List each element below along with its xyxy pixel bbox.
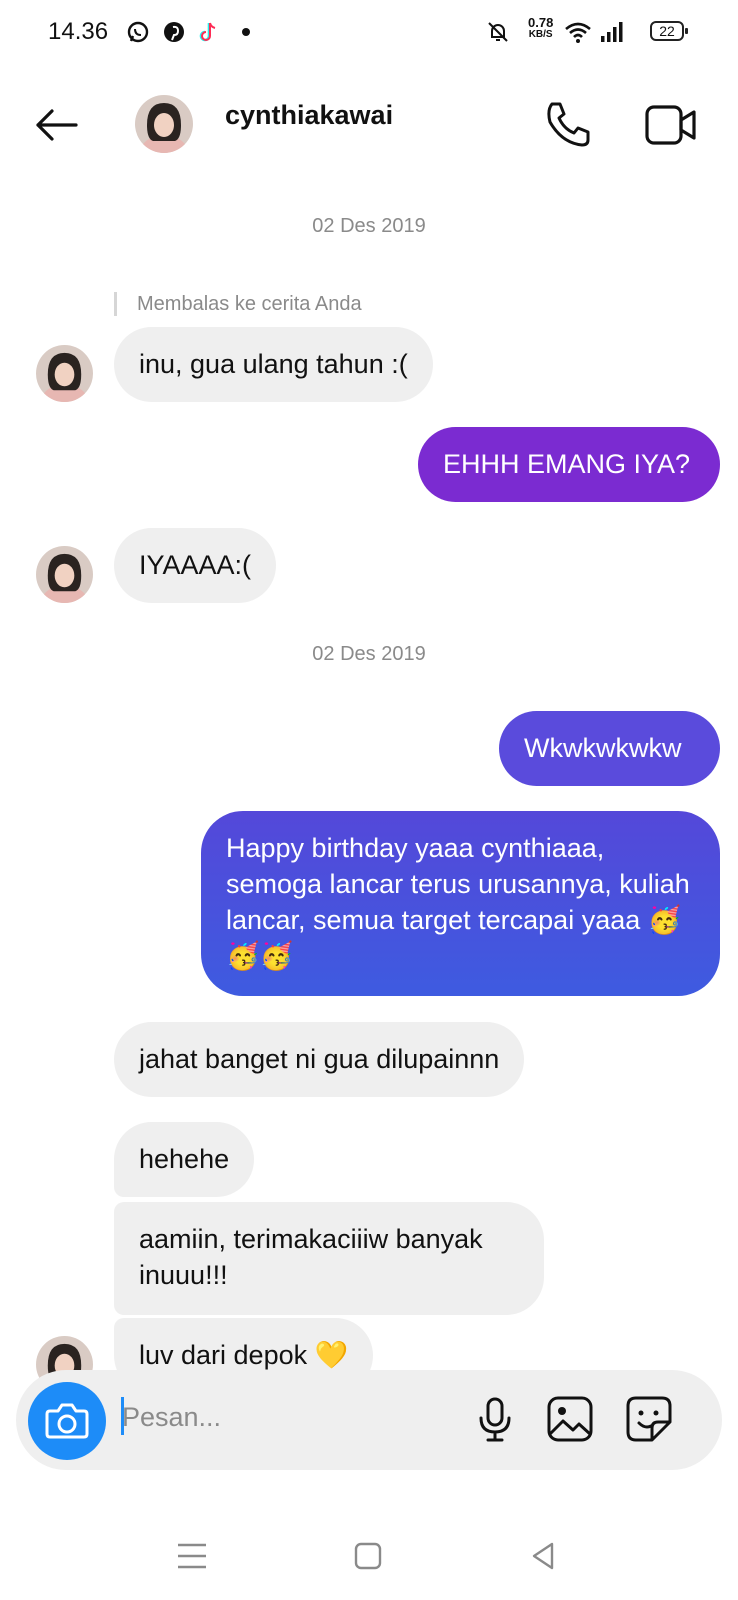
notification-dot [242, 28, 250, 36]
pinterest-icon [164, 22, 184, 42]
tiktok-icon [199, 22, 216, 42]
message-bubble-outgoing[interactable]: Happy birthday yaaa cynthiaaa, semoga la… [201, 811, 720, 996]
sender-avatar[interactable] [36, 546, 93, 603]
message-bubble-incoming[interactable]: inu, gua ulang tahun :( [114, 327, 433, 402]
camera-button[interactable] [28, 1382, 106, 1460]
message-input[interactable] [122, 1396, 442, 1438]
camera-icon [45, 1403, 89, 1439]
back-nav-icon[interactable] [524, 1536, 564, 1576]
reply-to-story-label: Membalas ke cerita Anda [114, 292, 362, 316]
date-separator: 02 Des 2019 [312, 643, 426, 665]
mute-icon [488, 22, 508, 42]
message-bubble-incoming[interactable]: aamiin, terimakaciiiw banyak inuuu!!! [114, 1202, 544, 1315]
whatsapp-icon [127, 21, 149, 43]
home-icon[interactable] [348, 1536, 388, 1576]
sticker-icon[interactable] [624, 1394, 674, 1444]
header-avatar[interactable] [135, 95, 193, 153]
network-speed: 0.78 KB/S [528, 15, 554, 40]
chat-username[interactable]: cynthiakawai [225, 100, 393, 131]
video-camera-icon[interactable] [644, 100, 698, 150]
menu-icon[interactable] [172, 1536, 212, 1576]
back-arrow-icon[interactable] [30, 98, 84, 152]
message-bubble-outgoing[interactable]: EHHH EMANG IYA? [418, 427, 720, 502]
date-separator: 02 Des 2019 [312, 215, 426, 237]
battery-indicator: 22 [650, 21, 688, 41]
microphone-icon[interactable] [470, 1394, 520, 1444]
status-time: 14.36 [48, 18, 109, 45]
message-bubble-incoming[interactable]: hehehe [114, 1122, 255, 1197]
wifi-icon [565, 22, 591, 43]
message-bubble-incoming[interactable]: IYAAAA:( [114, 528, 277, 603]
sender-avatar[interactable] [36, 345, 93, 402]
gallery-icon[interactable] [545, 1394, 595, 1444]
signal-icon [601, 22, 623, 42]
message-bubble-incoming[interactable]: jahat banget ni gua dilupainnn [114, 1022, 525, 1097]
message-bubble-outgoing[interactable]: Wkwkwkwkw [499, 711, 720, 786]
phone-icon[interactable] [542, 98, 594, 150]
